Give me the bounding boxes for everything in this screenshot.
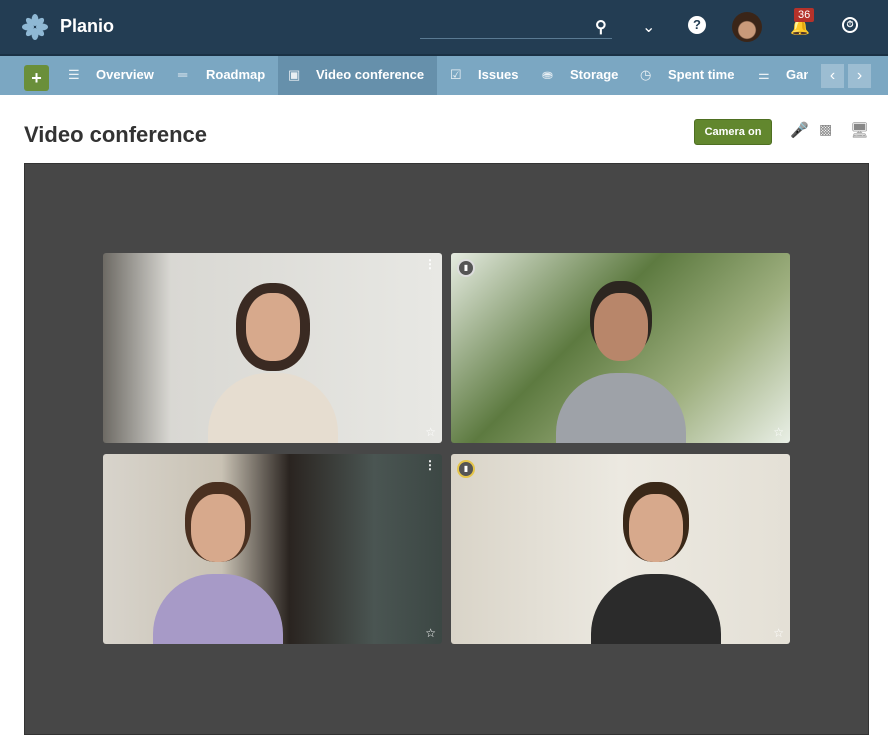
tab-issues[interactable]: ☑ Issues [440, 56, 530, 95]
star-icon[interactable]: ☆ [773, 425, 784, 439]
more-options-icon[interactable]: ⋮ [424, 257, 436, 271]
participant-video [152, 484, 283, 644]
nav-scroll-left-button[interactable]: ‹ [821, 64, 844, 88]
participant-video [207, 283, 338, 443]
camera-on-button[interactable]: Camera on [694, 119, 772, 145]
nav-scroll-right-button[interactable]: › [848, 64, 871, 88]
star-icon[interactable]: ☆ [425, 425, 436, 439]
video-tile-participant-3[interactable]: ⋮ ☆ [103, 454, 442, 644]
signal-strength-icon[interactable]: ▮ [457, 259, 475, 277]
more-options-icon[interactable]: ⋮ [424, 458, 436, 472]
grid-view-icon[interactable]: ▩ [819, 121, 832, 138]
participant-video [555, 283, 686, 443]
database-icon: ⛂ [542, 67, 553, 82]
chevron-down-icon[interactable]: ⌄ [642, 17, 655, 37]
roadmap-icon: ═ [178, 67, 188, 82]
video-tile-participant-4[interactable]: ▮ ☆ [451, 454, 790, 644]
video-tile-participant-2[interactable]: ▮ ☆ [451, 253, 790, 443]
clock-icon: ◷ [640, 67, 652, 82]
star-icon[interactable]: ☆ [773, 626, 784, 640]
video-tile-participant-1[interactable]: ⋮ ☆ [103, 253, 442, 443]
tab-storage[interactable]: ⛂ Storage [532, 56, 628, 95]
signal-strength-icon[interactable]: ▮ [457, 460, 475, 478]
search-icon[interactable]: ⚲ [595, 17, 607, 37]
tab-gantt[interactable]: ⚌Gantt [748, 56, 808, 95]
tab-video-conference[interactable]: ▣ Video conference [278, 56, 437, 95]
checkbox-icon: ☑ [450, 67, 462, 82]
avatar[interactable] [732, 12, 762, 42]
search-input[interactable] [420, 38, 612, 39]
participant-video [590, 484, 721, 644]
tab-overview[interactable]: ☰ Overview [58, 56, 165, 95]
planio-logo-icon[interactable] [22, 14, 48, 40]
project-nav: + ☰ Overview ═ Roadmap ▣ Video conference ☑… [0, 54, 888, 95]
help-icon[interactable]: ? [688, 16, 706, 34]
video-stage: ⋮ ☆ ▮ ☆ ⋮ ☆ ▮ ☆ [24, 163, 869, 735]
notification-badge: 36 [794, 8, 815, 22]
video-icon: ▣ [288, 67, 301, 82]
top-bar: Planio ⚲ ⌄ ? 🔔 36 ⏱ [0, 0, 888, 54]
tab-spent-time[interactable]: ◷ Spent time [630, 56, 746, 95]
tab-roadmap[interactable]: ═ Roadmap [168, 56, 276, 95]
page-title: Video conference [24, 122, 207, 147]
list-icon: ☰ [68, 67, 80, 82]
brand-name[interactable]: Planio [60, 16, 114, 37]
clock-icon[interactable]: ⏱ [842, 17, 858, 33]
gantt-icon: ⚌ [758, 67, 770, 82]
screen-share-icon[interactable]: 🖥 [850, 121, 869, 139]
new-item-button[interactable]: + [24, 65, 49, 91]
star-icon[interactable]: ☆ [425, 626, 436, 640]
microphone-icon[interactable]: 🎤 [790, 121, 809, 139]
